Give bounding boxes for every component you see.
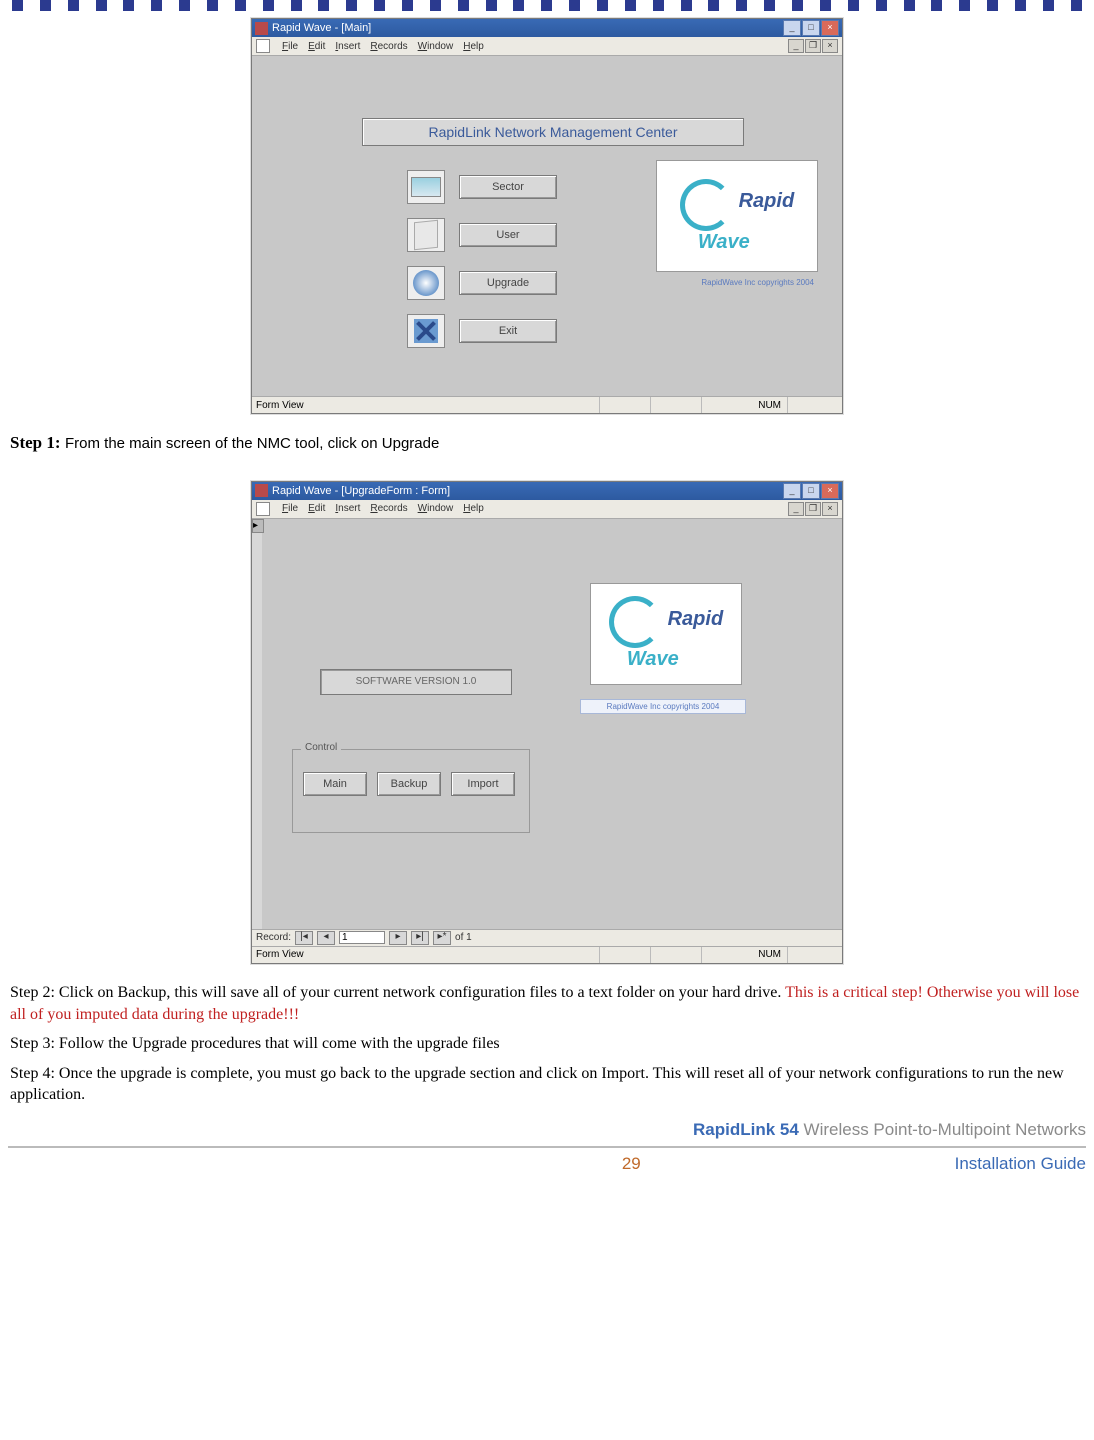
titlebar[interactable]: Rapid Wave - [Main] _ □ × — [252, 19, 842, 37]
record-next-button[interactable]: ▸ — [389, 931, 407, 945]
status-num: NUM — [752, 949, 787, 960]
main-button[interactable]: Main — [303, 772, 367, 796]
step4-text: Step 4: Once the upgrade is complete, yo… — [10, 1063, 1084, 1106]
page-top-dots — [8, 0, 1086, 14]
client-area: RapidLink Network Management Center Sect… — [252, 56, 842, 396]
footer-divider — [8, 1146, 1086, 1148]
menu-edit[interactable]: Edit — [308, 41, 325, 52]
status-num: NUM — [752, 400, 787, 411]
screenshot-upgrade-window: Rapid Wave - [UpgradeForm : Form] _ □ × … — [251, 481, 843, 964]
menubar: File Edit Insert Records Window Help _ ❐… — [252, 37, 842, 56]
logo-text-rapid: Rapid — [739, 190, 795, 212]
document-icon — [256, 39, 270, 53]
mdi-restore-button[interactable]: ❐ — [805, 39, 821, 53]
main-menu-icons: Sector User Upgrade Exit — [407, 156, 557, 362]
mdi-close-button[interactable]: × — [822, 39, 838, 53]
menu-help[interactable]: Help — [463, 503, 484, 514]
maximize-button[interactable]: □ — [802, 483, 820, 499]
minimize-button[interactable]: _ — [783, 483, 801, 499]
app-icon — [255, 484, 268, 497]
page-number: 29 — [622, 1154, 641, 1174]
logo-panel: Rapid Wave — [590, 583, 742, 685]
mdi-close-button[interactable]: × — [822, 502, 838, 516]
step2-body-a: Step 2: Click on Backup, this will save … — [10, 984, 785, 1001]
window-title: Rapid Wave - [UpgradeForm : Form] — [272, 485, 783, 497]
client-area: ▸ SOFTWARE VERSION 1.0 Control Main Back… — [252, 519, 842, 929]
control-groupbox: Control Main Backup Import — [292, 749, 530, 833]
footer-brand-rest: Wireless Point-to-Multipoint Networks — [804, 1120, 1086, 1139]
upgrade-icon — [407, 266, 445, 300]
sector-icon — [407, 170, 445, 204]
step1-text: Step 1: From the main screen of the NMC … — [10, 432, 1084, 455]
backup-button[interactable]: Backup — [377, 772, 441, 796]
record-of-label: of 1 — [455, 932, 472, 943]
logo-text-wave: Wave — [698, 231, 794, 254]
logo-panel: Rapid Wave — [656, 160, 818, 272]
menu-insert[interactable]: Insert — [335, 41, 360, 52]
step1-label: Step 1: — [10, 433, 61, 452]
record-prev-button[interactable]: ◂ — [317, 931, 335, 945]
titlebar[interactable]: Rapid Wave - [UpgradeForm : Form] _ □ × — [252, 482, 842, 500]
menu-edit[interactable]: Edit — [308, 503, 325, 514]
minimize-button[interactable]: _ — [783, 20, 801, 36]
import-button[interactable]: Import — [451, 772, 515, 796]
logo-text-wave: Wave — [627, 648, 723, 671]
window-title: Rapid Wave - [Main] — [272, 22, 783, 34]
wave-swirl-icon — [609, 596, 661, 648]
sector-button[interactable]: Sector — [459, 175, 557, 199]
step1-body: From the main screen of the NMC tool, cl… — [65, 435, 439, 452]
record-first-button[interactable]: |◂ — [295, 931, 313, 945]
mdi-minimize-button[interactable]: _ — [788, 502, 804, 516]
copyright-text: RapidWave Inc copyrights 2004 — [701, 278, 814, 287]
close-button[interactable]: × — [821, 483, 839, 499]
close-button[interactable]: × — [821, 20, 839, 36]
status-left: Form View — [256, 949, 599, 960]
statusbar: Form View NUM — [252, 396, 842, 413]
footer-brand: RapidLink 54 Wireless Point-to-Multipoin… — [8, 1120, 1086, 1140]
upgrade-button[interactable]: Upgrade — [459, 271, 557, 295]
mdi-minimize-button[interactable]: _ — [788, 39, 804, 53]
nmc-banner: RapidLink Network Management Center — [362, 118, 744, 146]
software-version-field: SOFTWARE VERSION 1.0 — [320, 669, 512, 695]
menu-insert[interactable]: Insert — [335, 503, 360, 514]
wave-swirl-icon — [680, 179, 732, 231]
menu-window[interactable]: Window — [418, 503, 454, 514]
statusbar: Form View NUM — [252, 946, 842, 963]
record-selector-tab[interactable]: ▸ — [252, 519, 264, 533]
record-label: Record: — [256, 932, 291, 943]
app-icon — [255, 22, 268, 35]
status-left: Form View — [256, 400, 599, 411]
screenshot-main-window: Rapid Wave - [Main] _ □ × File Edit Inse… — [251, 18, 843, 414]
menu-records[interactable]: Records — [370, 41, 407, 52]
document-icon — [256, 502, 270, 516]
user-button[interactable]: User — [459, 223, 557, 247]
record-last-button[interactable]: ▸| — [411, 931, 429, 945]
menu-window[interactable]: Window — [418, 41, 454, 52]
exit-button[interactable]: Exit — [459, 319, 557, 343]
copyright-text: RapidWave Inc copyrights 2004 — [580, 699, 746, 714]
exit-icon — [407, 314, 445, 348]
menu-file[interactable]: File — [282, 41, 298, 52]
menubar: File Edit Insert Records Window Help _ ❐… — [252, 500, 842, 519]
menu-file[interactable]: File — [282, 503, 298, 514]
record-number-input[interactable] — [339, 931, 385, 944]
record-navigator: Record: |◂ ◂ ▸ ▸| ▸* of 1 — [252, 929, 842, 946]
record-selector-strip[interactable]: ▸ — [252, 519, 262, 929]
footer-brand-bold: RapidLink 54 — [693, 1120, 804, 1139]
step3-text: Step 3: Follow the Upgrade procedures th… — [10, 1033, 1084, 1055]
logo-text-rapid: Rapid — [668, 608, 724, 630]
control-legend: Control — [301, 742, 341, 753]
user-icon — [407, 218, 445, 252]
maximize-button[interactable]: □ — [802, 20, 820, 36]
menu-records[interactable]: Records — [370, 503, 407, 514]
footer-row: 29 Installation Guide — [8, 1154, 1086, 1174]
record-new-button[interactable]: ▸* — [433, 931, 451, 945]
footer-guide: Installation Guide — [955, 1154, 1086, 1174]
mdi-restore-button[interactable]: ❐ — [805, 502, 821, 516]
menu-help[interactable]: Help — [463, 41, 484, 52]
step2-text: Step 2: Click on Backup, this will save … — [10, 982, 1084, 1025]
